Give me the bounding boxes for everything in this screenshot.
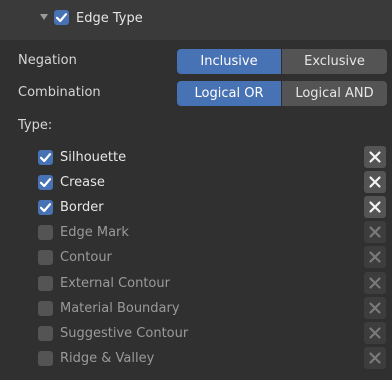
- external-contour-checkbox[interactable]: [38, 275, 53, 291]
- crease-exclude-button[interactable]: [364, 171, 386, 193]
- checkmark-icon: [39, 202, 52, 212]
- checkmark-icon: [39, 177, 52, 187]
- checkmark-icon: [55, 13, 68, 23]
- silhouette-checkbox[interactable]: [38, 149, 53, 165]
- type-label: Type:: [18, 118, 53, 133]
- type-item-edge-mark[interactable]: Edge Mark: [38, 220, 129, 244]
- external-contour-label: External Contour: [60, 275, 170, 291]
- border-checkbox[interactable]: [38, 199, 53, 215]
- logical-or-button[interactable]: Logical OR: [177, 81, 281, 106]
- silhouette-exclude-button[interactable]: [364, 146, 386, 168]
- ridge-valley-label: Ridge & Valley: [60, 350, 155, 366]
- external-contour-exclude-button[interactable]: [364, 272, 386, 294]
- material-boundary-exclude-button[interactable]: [364, 297, 386, 319]
- type-item-crease[interactable]: Crease: [38, 170, 105, 194]
- negation-toggle: Inclusive Exclusive: [177, 49, 387, 74]
- crease-checkbox[interactable]: [38, 174, 53, 190]
- edge-type-panel-header[interactable]: Edge Type: [0, 0, 392, 40]
- x-icon: [369, 302, 381, 314]
- x-icon: [369, 201, 381, 213]
- suggestive-contour-exclude-button[interactable]: [364, 322, 386, 344]
- ridge-valley-exclude-button[interactable]: [364, 347, 386, 369]
- edge-mark-checkbox[interactable]: [38, 224, 53, 240]
- suggestive-contour-checkbox[interactable]: [38, 325, 53, 341]
- inclusive-button[interactable]: Inclusive: [177, 49, 281, 74]
- type-item-ridge-valley[interactable]: Ridge & Valley: [38, 346, 154, 370]
- type-item-contour[interactable]: Contour: [38, 245, 112, 269]
- material-boundary-label: Material Boundary: [60, 300, 180, 316]
- x-icon: [369, 151, 381, 163]
- edge-mark-exclude-button[interactable]: [364, 221, 386, 243]
- type-item-suggestive-contour[interactable]: Suggestive Contour: [38, 321, 188, 345]
- border-label: Border: [60, 199, 104, 215]
- negation-label: Negation: [18, 53, 77, 68]
- x-icon: [369, 251, 381, 263]
- silhouette-label: Silhouette: [60, 149, 127, 165]
- x-icon: [369, 352, 381, 364]
- edge-type-title: Edge Type: [76, 11, 143, 26]
- combination-toggle: Logical OR Logical AND: [177, 81, 387, 106]
- chevron-down-icon[interactable]: [40, 14, 48, 20]
- type-item-silhouette[interactable]: Silhouette: [38, 145, 126, 169]
- x-icon: [369, 176, 381, 188]
- type-item-external-contour[interactable]: External Contour: [38, 271, 170, 295]
- ridge-valley-checkbox[interactable]: [38, 350, 53, 366]
- contour-checkbox[interactable]: [38, 249, 53, 265]
- x-icon: [369, 277, 381, 289]
- type-item-material-boundary[interactable]: Material Boundary: [38, 296, 180, 320]
- border-exclude-button[interactable]: [364, 196, 386, 218]
- checkmark-icon: [39, 152, 52, 162]
- logical-and-button[interactable]: Logical AND: [282, 81, 387, 106]
- suggestive-contour-label: Suggestive Contour: [60, 325, 189, 341]
- material-boundary-checkbox[interactable]: [38, 300, 53, 316]
- x-icon: [369, 327, 381, 339]
- contour-label: Contour: [60, 249, 112, 265]
- contour-exclude-button[interactable]: [364, 246, 386, 268]
- exclusive-button[interactable]: Exclusive: [282, 49, 387, 74]
- type-item-border[interactable]: Border: [38, 195, 104, 219]
- edge-type-checkbox[interactable]: [54, 10, 69, 25]
- edge-mark-label: Edge Mark: [60, 224, 129, 240]
- x-icon: [369, 226, 381, 238]
- crease-label: Crease: [60, 174, 105, 190]
- combination-label: Combination: [18, 85, 101, 100]
